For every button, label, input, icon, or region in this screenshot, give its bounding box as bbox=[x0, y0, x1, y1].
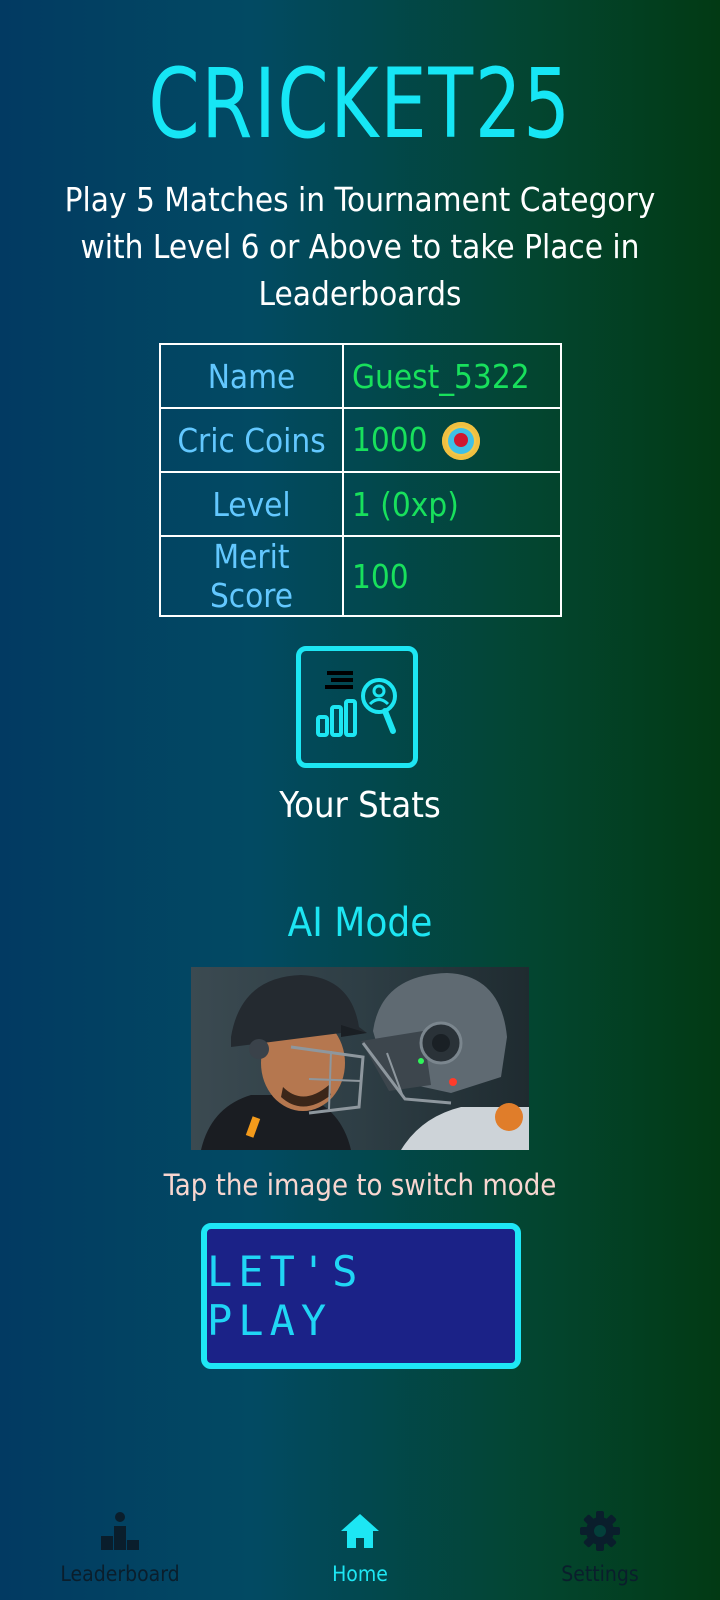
mode-title: AI Mode bbox=[287, 900, 433, 946]
table-row: Name Guest_5322 bbox=[159, 343, 562, 409]
app-title: CRICKET25 bbox=[148, 48, 572, 160]
table-row: Cric Coins 1000 bbox=[159, 407, 562, 473]
gear-icon bbox=[580, 1511, 620, 1551]
coins-value: 1000 bbox=[352, 419, 428, 459]
table-row: Level 1 (0xp) bbox=[159, 471, 562, 537]
table-row: Merit Score 100 bbox=[159, 535, 562, 617]
player-name-value: Guest_5322 bbox=[342, 343, 562, 409]
bottom-navigation: Leaderboard Home Settings bbox=[0, 1500, 720, 1600]
nav-label-home: Home bbox=[332, 1562, 388, 1586]
nav-label-leaderboard: Leaderboard bbox=[60, 1562, 180, 1586]
coins-cell: 1000 bbox=[342, 407, 562, 473]
mode-switch-image[interactable] bbox=[191, 967, 529, 1150]
row-label: Cric Coins bbox=[159, 407, 344, 473]
row-label: Level bbox=[159, 471, 344, 537]
lets-play-button[interactable]: LET'S PLAY bbox=[201, 1223, 521, 1369]
leaderboard-notice: Play 5 Matches in Tournament Category wi… bbox=[64, 180, 656, 313]
merit-score-value: 100 bbox=[342, 535, 562, 617]
human-vs-robot-cricketer-image bbox=[201, 973, 529, 1150]
row-label: Merit Score bbox=[159, 535, 344, 617]
your-stats-button[interactable] bbox=[296, 646, 418, 768]
home-icon bbox=[341, 1514, 379, 1548]
coin-icon bbox=[441, 422, 480, 461]
podium-icon bbox=[101, 1512, 139, 1550]
your-stats-label: Your Stats bbox=[279, 785, 441, 826]
row-label: Name bbox=[159, 343, 344, 409]
nav-label-settings: Settings bbox=[561, 1562, 639, 1586]
profile-table: Name Guest_5322 Cric Coins 1000 Level 1 … bbox=[159, 343, 562, 617]
level-value: 1 (0xp) bbox=[342, 471, 562, 537]
nav-item-home[interactable]: Home bbox=[280, 1500, 440, 1600]
mode-switch-hint: Tap the image to switch mode bbox=[163, 1168, 557, 1202]
nav-item-leaderboard[interactable]: Leaderboard bbox=[40, 1500, 200, 1600]
nav-item-settings[interactable]: Settings bbox=[520, 1500, 680, 1600]
stats-icon bbox=[316, 671, 397, 737]
